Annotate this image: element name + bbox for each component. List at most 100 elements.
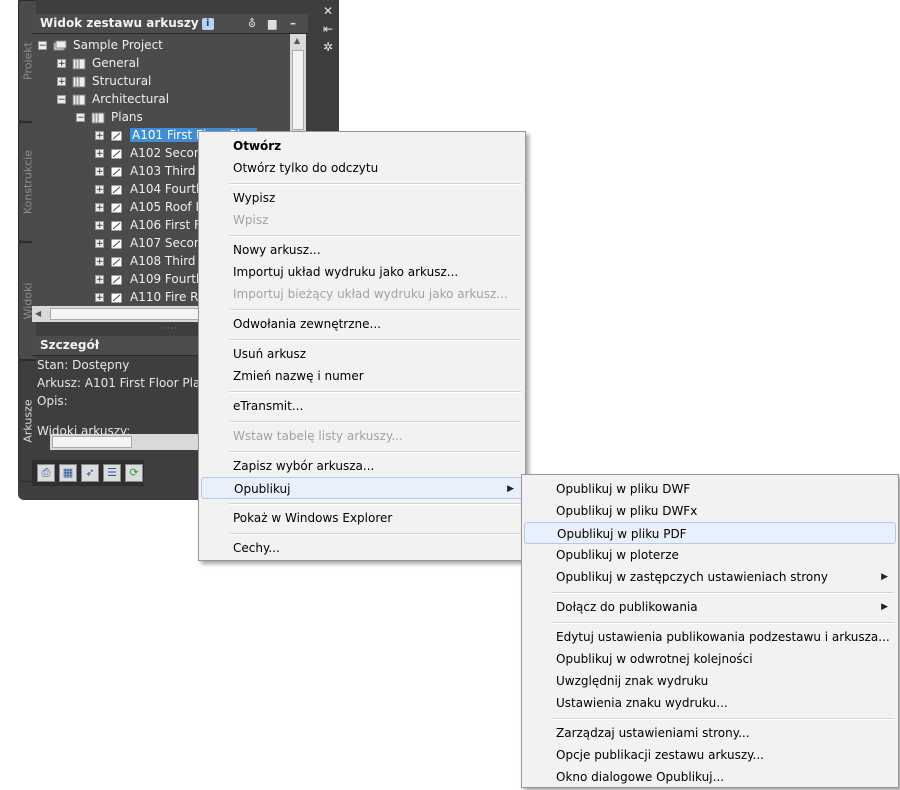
- expand-icon[interactable]: +: [95, 221, 104, 231]
- submenu-item-plot-stamp-settings[interactable]: Ustawienia znaku wydruku...: [524, 692, 896, 714]
- expand-icon[interactable]: +: [95, 293, 104, 303]
- list-view-icon[interactable]: ⛢: [248, 14, 256, 33]
- expand-icon[interactable]: +: [95, 275, 104, 285]
- sheet-icon: [110, 130, 123, 141]
- menu-separator: [552, 622, 894, 624]
- properties-icon[interactable]: ✲: [319, 38, 337, 56]
- expand-icon[interactable]: +: [57, 77, 66, 87]
- submenu-arrow-icon: ▶: [507, 484, 514, 494]
- splitter-grip[interactable]: ·····: [160, 324, 178, 333]
- submenu-item-publish-dialog[interactable]: Okno dialogowe Opublikuj...: [524, 766, 896, 788]
- folder-icon[interactable]: ▆: [268, 14, 276, 33]
- collapse-icon[interactable]: −: [76, 113, 85, 123]
- submenu-item-publish-reverse-order[interactable]: Opublikuj w odwrotnej kolejności: [524, 648, 896, 670]
- auto-hide-icon[interactable]: ⇤: [319, 20, 337, 38]
- sheet-icon: [110, 202, 123, 213]
- menu-item-check-out[interactable]: Wypisz: [201, 187, 523, 209]
- menu-item-external-references[interactable]: Odwołania zewnętrzne...: [201, 313, 523, 335]
- subset-icon: [72, 94, 86, 105]
- menu-item-rename-renumber[interactable]: Zmień nazwę i numer: [201, 365, 523, 387]
- menu-item-etransmit[interactable]: eTransmit...: [201, 395, 523, 417]
- sheet-icon: [110, 256, 123, 267]
- expand-icon[interactable]: +: [95, 149, 104, 159]
- sheet-icon: [110, 166, 123, 177]
- submenu-item-include-plot-stamp[interactable]: Uwzględnij znak wydruku: [524, 670, 896, 692]
- menu-separator: [229, 421, 521, 423]
- sheet-list-icon[interactable]: ☰: [103, 464, 121, 482]
- subset-icon: [72, 76, 86, 87]
- tree-node-general[interactable]: + General: [57, 54, 139, 72]
- menu-item-open[interactable]: Otwórz: [201, 135, 523, 157]
- expand-icon[interactable]: +: [95, 203, 104, 213]
- expand-icon[interactable]: +: [95, 257, 104, 267]
- collapse-icon[interactable]: −: [57, 95, 66, 105]
- sheet-icon: [110, 184, 123, 195]
- expand-icon[interactable]: +: [57, 59, 66, 69]
- menu-item-publish[interactable]: Opublikuj ▶: [201, 477, 523, 499]
- expand-icon[interactable]: +: [95, 131, 104, 141]
- subset-icon: [91, 112, 105, 123]
- menu-item-show-in-explorer[interactable]: Pokaż w Windows Explorer: [201, 507, 523, 529]
- menu-separator: [229, 339, 521, 341]
- palette-controls: ✕ ⇤ ✲: [319, 0, 339, 60]
- detail-horizontal-scrollbar[interactable]: [50, 434, 198, 450]
- menu-separator: [229, 183, 521, 185]
- menu-item-open-read-only[interactable]: Otwórz tylko do odczytu: [201, 157, 523, 179]
- menu-separator: [229, 451, 521, 453]
- menu-item-insert-sheet-list: Wstaw tabelę listy arkuszy...: [233, 429, 403, 443]
- menu-item-properties[interactable]: Cechy...: [201, 537, 523, 559]
- expand-icon[interactable]: +: [95, 167, 104, 177]
- detail-status: Stan: Dostępny: [37, 358, 130, 372]
- tree-node-structural[interactable]: + Structural: [57, 72, 151, 90]
- expand-icon[interactable]: +: [95, 185, 104, 195]
- palette-toolbar: ⎙ ▦ ➶ ☰ ⟳: [32, 460, 144, 486]
- menu-item-import-layout[interactable]: Importuj układ wydruku jako arkusz...: [201, 261, 523, 283]
- sheet-icon: [110, 292, 123, 303]
- submenu-item-publish-pdf[interactable]: Opublikuj w pliku PDF: [524, 522, 896, 544]
- detail-title: Szczegół: [40, 338, 100, 352]
- scroll-thumb[interactable]: [52, 436, 132, 448]
- sheet-icon: [110, 148, 123, 159]
- subset-icon: [72, 58, 86, 69]
- submenu-item-sheet-set-publish-options[interactable]: Opcje publikacji zestawu arkuszy...: [524, 744, 896, 766]
- sheet-icon: [110, 220, 123, 231]
- detail-description: Opis:: [37, 394, 68, 408]
- submenu-item-publish-dwfx[interactable]: Opublikuj w pliku DWFx: [524, 500, 896, 522]
- menu-item-new-sheet[interactable]: Nowy arkusz...: [201, 239, 523, 261]
- publish-icon[interactable]: ⎙: [37, 464, 55, 482]
- detail-sheet: Arkusz: A101 First Floor Plan: [37, 376, 208, 390]
- menu-item-remove-sheet[interactable]: Usuń arkusz: [201, 343, 523, 365]
- expand-icon[interactable]: +: [95, 239, 104, 249]
- scroll-thumb[interactable]: [292, 50, 304, 130]
- submenu-item-publish-plotter[interactable]: Opublikuj w ploterze: [524, 544, 896, 566]
- scroll-up-icon[interactable]: ▲: [294, 36, 300, 45]
- publish-submenu: Opublikuj w pliku DWF Opublikuj w pliku …: [521, 474, 899, 788]
- tree-node-project[interactable]: − Sample Project: [38, 36, 163, 54]
- menu-separator: [229, 391, 521, 393]
- close-icon[interactable]: ✕: [319, 2, 337, 20]
- tree-node-plans[interactable]: − Plans: [76, 108, 143, 126]
- refresh-icon[interactable]: ⟳: [125, 464, 143, 482]
- menu-separator: [229, 309, 521, 311]
- menu-separator: [229, 235, 521, 237]
- tree-node-architectural[interactable]: − Architectural: [57, 90, 169, 108]
- collapse-icon[interactable]: −: [38, 41, 47, 51]
- info-icon[interactable]: i: [201, 18, 214, 30]
- submenu-item-edit-publish-settings[interactable]: Edytuj ustawienia publikowania podzestaw…: [524, 626, 896, 648]
- palette-header: Widok zestawu arkuszy i ⛢ ▆ –: [32, 14, 308, 34]
- menu-item-save-sheet-selection[interactable]: Zapisz wybór arkusza...: [201, 455, 523, 477]
- submenu-item-publish-dwf[interactable]: Opublikuj w pliku DWF: [524, 478, 896, 500]
- submenu-item-page-setup-override[interactable]: Opublikuj w zastępczych ustawieniach str…: [524, 566, 896, 588]
- menu-separator: [229, 503, 521, 505]
- submenu-item-manage-page-setups[interactable]: Zarządzaj ustawieniami strony...: [524, 722, 896, 744]
- sheet-icon: [110, 274, 123, 285]
- scroll-left-icon[interactable]: ◀: [35, 309, 41, 318]
- menu-separator: [552, 718, 894, 720]
- submenu-item-include-for-publish[interactable]: Dołącz do publikowania ▶: [524, 596, 896, 618]
- menu-item-check-in: Wpisz: [233, 213, 269, 227]
- minimize-icon[interactable]: –: [290, 14, 296, 33]
- sheet-set-icon: [53, 40, 67, 50]
- new-sheet-icon[interactable]: ▦: [59, 464, 77, 482]
- model-view-icon[interactable]: ➶: [81, 464, 99, 482]
- submenu-arrow-icon: ▶: [881, 572, 888, 582]
